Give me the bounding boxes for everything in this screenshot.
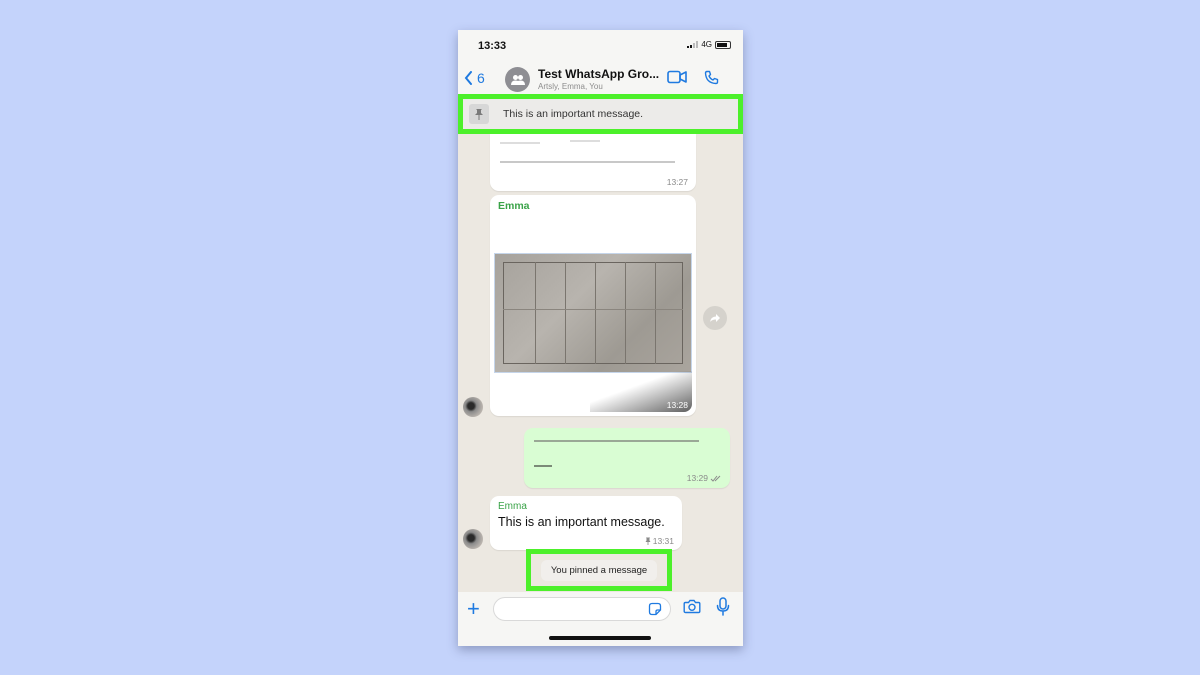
chevron-left-icon <box>464 71 472 85</box>
unread-count: 6 <box>477 70 485 86</box>
pin-icon <box>469 104 489 124</box>
microphone-icon[interactable] <box>716 597 730 616</box>
message-bubble[interactable]: Emma This is an important message. 13:31 <box>490 496 682 550</box>
attach-plus-icon[interactable]: + <box>467 596 480 622</box>
blurred-text <box>570 140 600 142</box>
sender-name: Emma <box>498 501 527 512</box>
image-message-bubble[interactable]: Emma 13:28 <box>490 195 696 416</box>
forward-icon <box>710 314 720 322</box>
message-time: 13:28 <box>666 400 688 410</box>
message-text: This is an important message. <box>498 515 665 529</box>
pin-icon <box>645 537 651 545</box>
video-call-icon[interactable] <box>667 70 687 84</box>
message-bubble[interactable]: 13:27 <box>490 134 696 191</box>
camera-icon[interactable] <box>683 599 701 614</box>
blurred-text <box>534 440 699 442</box>
home-indicator <box>549 636 651 640</box>
read-receipt-icon <box>710 475 721 482</box>
blurred-text <box>500 142 540 144</box>
blurred-text <box>500 161 675 163</box>
sender-name: Emma <box>498 200 530 212</box>
outgoing-message-bubble[interactable]: 13:29 <box>524 428 730 488</box>
pinned-message-text: This is an important message. <box>503 108 644 120</box>
forward-button[interactable] <box>703 306 727 330</box>
message-composer: + <box>458 592 743 646</box>
group-avatar[interactable] <box>505 67 530 92</box>
battery-icon <box>715 40 731 49</box>
chat-participants: Artsly, Emma, You <box>538 82 603 91</box>
back-button[interactable]: 6 <box>464 70 485 86</box>
signal-icon <box>687 41 699 48</box>
message-time: 13:31 <box>645 536 674 546</box>
shared-photo[interactable] <box>494 253 692 373</box>
message-input[interactable] <box>493 597 671 621</box>
system-message-highlight: You pinned a message <box>526 549 672 591</box>
group-icon <box>510 74 525 85</box>
message-time: 13:29 <box>687 473 722 483</box>
phone-call-icon[interactable] <box>704 70 719 85</box>
chat-header: 13:33 4G 6 Test WhatsApp Gro... Artsly, … <box>458 30 743 98</box>
pinned-message-banner[interactable]: This is an important message. <box>458 94 743 134</box>
chat-title[interactable]: Test WhatsApp Gro... <box>538 67 659 81</box>
emma-avatar[interactable] <box>463 529 483 549</box>
network-label: 4G <box>701 40 712 49</box>
phone-screen: 13:33 4G 6 Test WhatsApp Gro... Artsly, … <box>458 30 743 646</box>
message-time: 13:27 <box>666 177 688 187</box>
status-indicators: 4G <box>687 40 731 49</box>
emma-avatar[interactable] <box>463 397 483 417</box>
sticker-icon[interactable] <box>648 602 662 616</box>
system-message: You pinned a message <box>540 559 658 581</box>
status-time: 13:33 <box>478 40 507 52</box>
